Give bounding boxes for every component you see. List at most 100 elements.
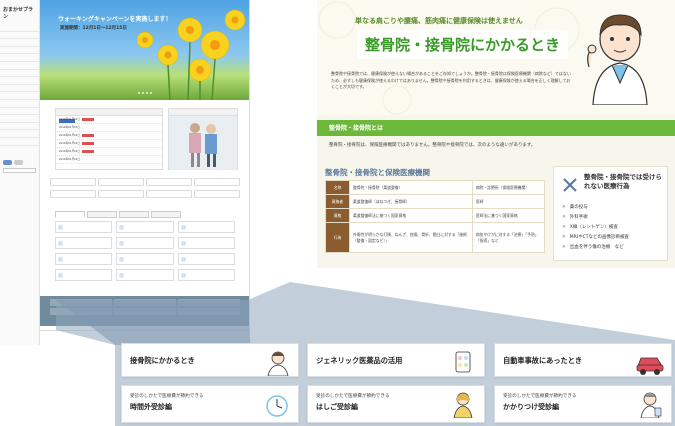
quick-link[interactable] bbox=[50, 190, 96, 198]
table-row-head: 資格 bbox=[325, 208, 350, 223]
content-link[interactable] bbox=[116, 253, 174, 265]
card-doctor-hopping[interactable]: 受診のしかたで医療費が節約できる はしご受診編 bbox=[307, 385, 485, 423]
content-link[interactable] bbox=[116, 269, 174, 281]
card-after-hours[interactable]: 受診のしかたで医療費が節約できる 時間外受診編 bbox=[121, 385, 299, 423]
section-label: 整骨院・接骨院とは bbox=[329, 125, 384, 132]
quick-link[interactable] bbox=[146, 178, 192, 186]
sidebar-nav-item[interactable] bbox=[0, 70, 39, 78]
sidebar-nav-item[interactable] bbox=[0, 115, 39, 123]
sidebar-nav-item[interactable] bbox=[0, 92, 39, 100]
content-link[interactable] bbox=[177, 253, 235, 265]
quick-link[interactable] bbox=[146, 190, 192, 198]
hero-subtitle: 実施期間：12月1日～12月15日 bbox=[60, 26, 127, 31]
footer-banner[interactable] bbox=[178, 308, 240, 315]
content-link[interactable] bbox=[55, 221, 113, 233]
not-covered-item: 出血を伴う傷の治療 など bbox=[562, 243, 629, 253]
comparison-table: 名称 整骨院・接骨院（柔道整復） 病院・診療所（保険医療機関） 資格者 柔道整復… bbox=[325, 180, 546, 253]
sidebar-search-buttons bbox=[3, 159, 36, 165]
quick-link[interactable] bbox=[194, 178, 240, 186]
table-row: 名称 整骨院・接骨院（柔道整復） 病院・診療所（保険医療機関） bbox=[325, 180, 546, 195]
sidebar-nav-item[interactable] bbox=[0, 123, 39, 131]
sidebar-nav-item[interactable] bbox=[0, 108, 39, 116]
footer-banner[interactable] bbox=[114, 308, 176, 315]
card-bonesetter[interactable]: 接骨院にかかるとき bbox=[121, 343, 299, 377]
content-link[interactable] bbox=[116, 237, 174, 249]
site-tab[interactable] bbox=[87, 211, 117, 218]
news-row[interactable]: 2016年01月01日 bbox=[56, 148, 162, 156]
search-option-button[interactable] bbox=[14, 159, 23, 165]
site-tab[interactable] bbox=[151, 211, 181, 218]
site-tab[interactable] bbox=[55, 211, 85, 218]
content-link[interactable] bbox=[177, 221, 235, 233]
news-row[interactable]: 2016年01月01日 bbox=[56, 116, 162, 124]
card-subtitle: 受診のしかたで医療費が節約できる bbox=[130, 394, 204, 399]
news-panel: 2016年01月01日 2016年01月01日 2016年01月01日 2016… bbox=[55, 108, 163, 170]
content-link[interactable] bbox=[177, 237, 235, 249]
table-title: 整骨院・接骨院と保険医療機関 bbox=[325, 168, 430, 177]
card-title: はしご受診編 bbox=[316, 403, 358, 411]
card-title: 時間外受診編 bbox=[130, 403, 172, 411]
sidebar-nav-item[interactable] bbox=[0, 130, 39, 138]
quick-link[interactable] bbox=[98, 190, 144, 198]
site-logo: おまかせプラン bbox=[3, 7, 34, 20]
sidebar-nav-item[interactable] bbox=[0, 100, 39, 108]
tab-content-grid bbox=[55, 221, 235, 281]
card-title: ジェネリック医薬品の活用 bbox=[316, 356, 403, 365]
photo-panel bbox=[168, 108, 238, 170]
hero-banner[interactable]: ウォーキングキャンペーンを実施します！ 実施期間：12月1日～12月15日 bbox=[40, 0, 249, 100]
footer-banner[interactable] bbox=[50, 299, 112, 306]
table-row-head: 名称 bbox=[325, 180, 350, 195]
card-title: かかりつけ受診編 bbox=[503, 403, 560, 411]
sidebar-nav-item[interactable] bbox=[0, 138, 39, 146]
table-cell: 整骨院・接骨院（柔道整復） bbox=[349, 180, 473, 195]
sidebar-nav-item[interactable] bbox=[0, 47, 39, 55]
sidebar-nav-item[interactable] bbox=[0, 24, 39, 32]
article-mockup: 単なる肩こりや腰痛、筋肉痛に健康保険は使えません 整骨院・接骨院にかかるとき 整… bbox=[317, 0, 675, 268]
news-row[interactable]: 2016年01月01日 bbox=[56, 132, 162, 140]
sidebar-nav-item[interactable] bbox=[0, 39, 39, 47]
content-link[interactable] bbox=[55, 253, 113, 265]
patient-icon bbox=[453, 392, 473, 418]
news-row[interactable]: 2016年01月01日 bbox=[56, 140, 162, 148]
card-generic-drugs[interactable]: ジェネリック医薬品の活用 bbox=[307, 343, 485, 377]
site-tab[interactable] bbox=[119, 211, 149, 218]
content-link[interactable] bbox=[177, 269, 235, 281]
sidebar-nav-item[interactable] bbox=[0, 32, 39, 40]
table-row-head: 資格者 bbox=[325, 194, 350, 209]
card-family-doctor[interactable]: 受診のしかたで医療費が節約できる かかりつけ受診編 bbox=[494, 385, 672, 423]
article-lead: 単なる肩こりや腰痛、筋肉痛に健康保険は使えません bbox=[355, 17, 523, 25]
elderly-couple-photo bbox=[169, 116, 237, 170]
quick-link[interactable] bbox=[98, 178, 144, 186]
news-row[interactable]: 2016年01月01日 bbox=[56, 124, 162, 132]
site-sidebar: おまかせプラン bbox=[0, 0, 40, 345]
section-header-band: 整骨院・接骨院とは bbox=[317, 120, 675, 136]
news-row[interactable]: 2016年01月01日 bbox=[56, 156, 162, 164]
footer-banner[interactable] bbox=[178, 299, 240, 306]
card-car-accident[interactable]: 自動車事故にあったとき bbox=[494, 343, 672, 377]
footer-banner[interactable] bbox=[50, 308, 112, 315]
table-cell: 医師法に基づく国家資格 bbox=[471, 208, 546, 223]
footer-banner[interactable] bbox=[114, 299, 176, 306]
quick-link[interactable] bbox=[50, 178, 96, 186]
sidebar-nav-item[interactable] bbox=[0, 62, 39, 70]
box-title: 整骨院・接骨院では受けられない医療行為 bbox=[584, 173, 662, 190]
sidebar-nav-item[interactable] bbox=[0, 85, 39, 93]
doctor-icon bbox=[267, 351, 289, 376]
card-title: 自動車事故にあったとき bbox=[503, 356, 583, 365]
table-cell: 柔道整復師（ほねつぎ、接骨師） bbox=[349, 194, 473, 209]
search-button[interactable] bbox=[3, 159, 12, 165]
content-link[interactable] bbox=[55, 237, 113, 249]
content-link[interactable] bbox=[55, 269, 113, 281]
search-input[interactable] bbox=[3, 167, 36, 173]
card-subtitle: 受診のしかたで医療費が節約できる bbox=[316, 394, 390, 399]
hero-carousel-dots[interactable] bbox=[138, 92, 152, 94]
content-link[interactable] bbox=[116, 221, 174, 233]
table-cell: 柔道整復師法に基づく国家資格 bbox=[349, 208, 473, 223]
sidebar-nav-item[interactable] bbox=[0, 54, 39, 62]
website-mockup: おまかせプラン ウォーキングキャンペーンを実施します！ 実施期間：12月1日～1… bbox=[0, 0, 250, 345]
sidebar-nav-item[interactable] bbox=[0, 77, 39, 85]
not-covered-item: 外科手術 bbox=[562, 213, 629, 223]
not-covered-box: 整骨院・接骨院では受けられない医療行為 薬の投与外科手術X線（レントゲン）検査M… bbox=[553, 166, 668, 261]
quick-link[interactable] bbox=[194, 190, 240, 198]
table-cell: 医師 bbox=[471, 194, 546, 209]
